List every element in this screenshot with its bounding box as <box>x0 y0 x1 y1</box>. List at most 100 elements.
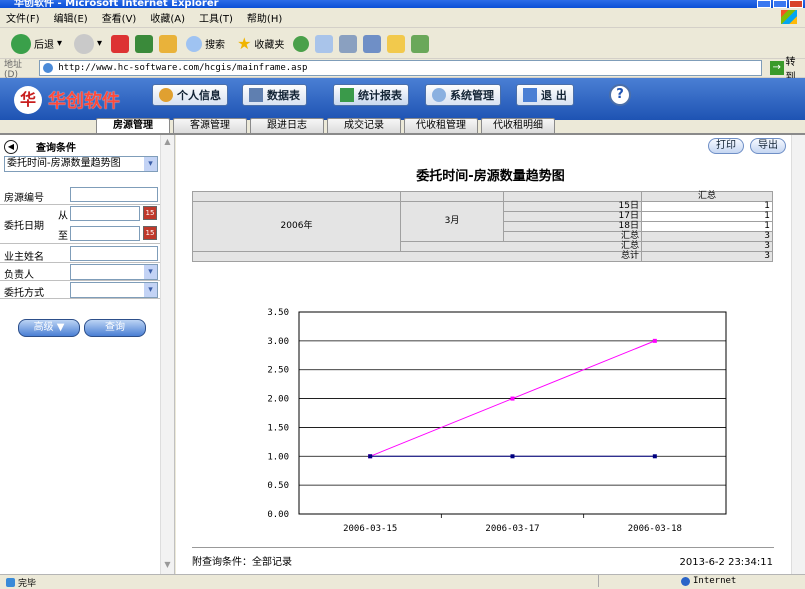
menu-file[interactable]: 文件(F) <box>6 10 40 25</box>
address-input[interactable]: http://www.hc-software.com/hcgis/mainfra… <box>39 60 762 76</box>
edit-icon[interactable] <box>363 34 382 53</box>
entrust-mode-select[interactable] <box>70 282 158 298</box>
refresh-icon[interactable] <box>135 34 154 53</box>
summary-table: 汇总 2006年 3月 15日 1 17日 1 18日 1 汇总 3 汇总 3 … <box>192 191 773 262</box>
grand-total-value: 3 <box>641 251 773 262</box>
print-button[interactable]: 打印 <box>708 138 744 154</box>
window-controls <box>757 0 803 8</box>
nav-data-table[interactable]: 数据表 <box>242 84 307 106</box>
summary-header: 汇总 <box>641 191 773 202</box>
window-title-bar: 华创软件 - Microsoft Internet Explorer <box>0 0 805 8</box>
export-button[interactable]: 导出 <box>750 138 786 154</box>
user-icon <box>159 88 173 102</box>
stop-icon[interactable] <box>111 34 130 53</box>
tab-deal-records[interactable]: 成交记录 <box>327 118 401 133</box>
menu-edit[interactable]: 编辑(E) <box>54 10 88 25</box>
y-tick-label: 2.00 <box>267 395 289 405</box>
owner-name-input[interactable] <box>70 246 158 261</box>
data-point <box>510 396 515 401</box>
tab-customer-source[interactable]: 客源管理 <box>173 118 247 133</box>
menu-view[interactable]: 查看(V) <box>102 10 137 25</box>
address-bar: 地址(D) http://www.hc-software.com/hcgis/m… <box>0 57 805 83</box>
data-point <box>368 454 373 459</box>
collapse-sidebar-icon[interactable]: ◀ <box>4 139 18 154</box>
calendar-icon[interactable]: 15 <box>143 206 157 220</box>
query-header: ◀ 查询条件 <box>4 139 76 154</box>
query-sidebar: ◀ 查询条件 委托时间-房源数量趋势图 房源编号 委托日期 从 15 至 15 … <box>0 135 175 574</box>
status-divider <box>598 575 678 587</box>
nav-label: 统计报表 <box>358 89 402 102</box>
y-tick-label: 3.50 <box>267 308 289 318</box>
home-icon[interactable] <box>159 34 178 53</box>
entrust-mode-label: 委托方式 <box>4 288 44 299</box>
back-arrow-icon <box>11 33 31 54</box>
scroll-up-icon[interactable]: ▲ <box>161 137 174 149</box>
messenger-icon[interactable] <box>411 34 430 53</box>
report-type-select[interactable]: 委托时间-房源数量趋势图 <box>4 156 158 172</box>
query-conditions: 附查询条件：全部记录 <box>192 557 292 568</box>
menu-favorites[interactable]: 收藏(A) <box>150 10 185 25</box>
close-button[interactable] <box>789 0 803 8</box>
page-icon <box>6 578 15 587</box>
status-text: 完毕 <box>18 579 37 589</box>
nav-personal-info[interactable]: 个人信息 <box>152 84 228 106</box>
menu-help[interactable]: 帮助(H) <box>247 10 282 25</box>
print-icon[interactable] <box>339 34 358 53</box>
search-button[interactable]: 搜索 <box>183 34 228 54</box>
x-tick-label: 2006-03-18 <box>628 524 682 534</box>
nav-exit[interactable]: 退 出 <box>516 84 574 106</box>
minimize-button[interactable] <box>757 0 771 8</box>
plot-area <box>298 311 727 515</box>
scroll-down-icon[interactable]: ▼ <box>161 560 174 572</box>
year-total-value: 3 <box>641 241 773 252</box>
security-zone: Internet <box>681 576 736 586</box>
y-tick-label: 2.50 <box>267 366 289 376</box>
app-header: 华 华创软件 个人信息 数据表 统计报表 系统管理 退 出 ? <box>0 78 805 120</box>
calendar-icon[interactable]: 15 <box>143 226 157 240</box>
menu-tools[interactable]: 工具(T) <box>199 10 233 25</box>
date-to-label: 至 <box>58 231 68 242</box>
address-label: 地址(D) <box>4 59 23 80</box>
tab-follow-log[interactable]: 跟进日志 <box>250 118 324 133</box>
logo-mark-icon: 华 <box>14 86 42 114</box>
search-icon <box>186 35 203 52</box>
mail-icon[interactable] <box>315 34 334 53</box>
advanced-button[interactable]: 高级 ▼ <box>18 319 80 337</box>
logo-text: 华创软件 <box>48 91 120 112</box>
x-tick-label: 2006-03-17 <box>485 524 539 534</box>
sidebar-scrollbar[interactable]: ▲ ▼ <box>160 135 174 574</box>
entrust-date-label: 委托日期 <box>4 221 44 232</box>
exit-icon <box>523 88 537 102</box>
query-button[interactable]: 查询 <box>84 319 146 337</box>
tab-house-source[interactable]: 房源管理 <box>96 118 170 133</box>
divider <box>0 262 160 263</box>
tab-rent-collection[interactable]: 代收租管理 <box>404 118 478 133</box>
forward-button[interactable]: ▾ <box>71 32 105 56</box>
main-scrollbar[interactable] <box>791 135 805 574</box>
x-tick-label: 2006-03-15 <box>343 524 397 534</box>
back-button[interactable]: 后退 ▾ <box>8 32 65 56</box>
date-from-label: 从 <box>58 211 68 222</box>
data-point <box>652 454 657 459</box>
folder-icon[interactable] <box>387 34 406 53</box>
gear-icon <box>432 88 446 102</box>
nav-statistics-report[interactable]: 统计报表 <box>333 84 409 106</box>
history-icon[interactable] <box>293 35 310 52</box>
tab-rent-details[interactable]: 代收租明细 <box>481 118 555 133</box>
maximize-button[interactable] <box>773 0 787 8</box>
zone-label: Internet <box>693 576 737 586</box>
day-value: 1 <box>641 221 773 232</box>
day-cell: 17日 <box>503 211 642 222</box>
manager-select[interactable] <box>70 264 158 280</box>
globe-icon <box>681 576 690 586</box>
y-tick-label: 3.00 <box>267 337 289 347</box>
favorites-button[interactable]: ★ 收藏夹 <box>234 32 287 55</box>
nav-system-admin[interactable]: 系统管理 <box>425 84 501 106</box>
footer-divider <box>192 547 774 548</box>
nav-label: 系统管理 <box>450 89 494 102</box>
date-to-input[interactable] <box>70 226 140 241</box>
favorites-label: 收藏夹 <box>254 40 285 51</box>
help-button[interactable]: ? <box>609 84 631 106</box>
house-no-input[interactable] <box>70 187 158 202</box>
date-from-input[interactable] <box>70 206 140 221</box>
